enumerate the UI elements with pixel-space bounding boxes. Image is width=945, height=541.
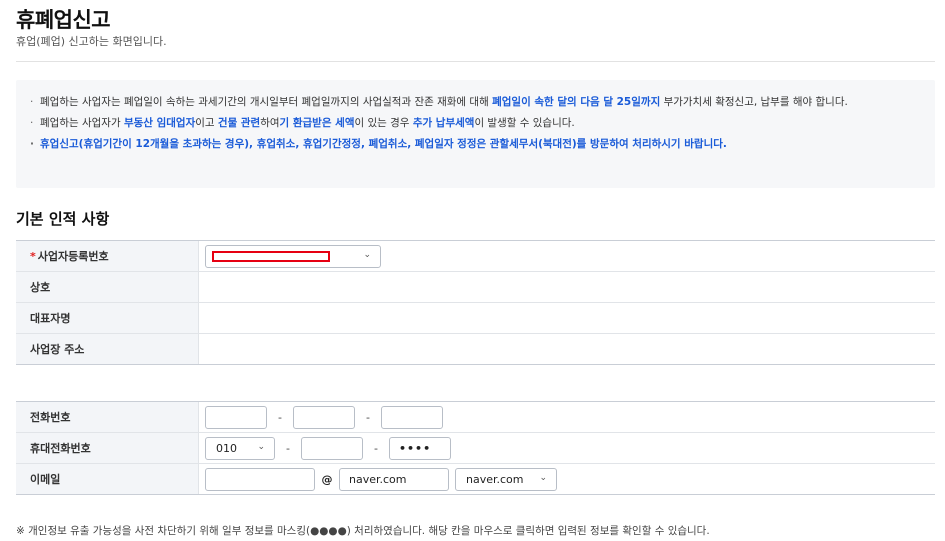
label-text: 사업자등록번호 xyxy=(37,250,109,263)
email-domain-select[interactable]: naver.com ⌄ xyxy=(455,467,557,491)
chevron-down-icon: ⌄ xyxy=(363,249,371,260)
mobile-part3-input[interactable]: •••• xyxy=(389,436,451,460)
notice-text: 하여 xyxy=(260,117,280,129)
notice-text: 부가가치세 확정신고, 납부를 해야 합니다. xyxy=(660,96,848,108)
address-value xyxy=(199,334,935,364)
mobile-row: 휴대전화번호 010 ⌄ - - •••• xyxy=(16,433,935,464)
company-name-value xyxy=(199,272,935,302)
representative-row: 대표자명 xyxy=(16,303,935,334)
mobile-cell: 010 ⌄ - - •••• xyxy=(199,433,935,463)
notice-text: 이 발생할 수 있습니다. xyxy=(474,117,575,129)
notice-box: 폐업하는 사업자는 폐업일이 속하는 과세기간의 개시일부터 폐업일까지의 사업… xyxy=(16,80,935,188)
notice-text: 이고 xyxy=(195,117,218,129)
notice-highlight: 폐업일이 속한 달의 다음 달 25일까지 xyxy=(492,96,661,108)
dash-separator: - xyxy=(286,441,290,455)
business-number-cell: ⌄ xyxy=(199,241,935,271)
privacy-footnote: ※ 개인정보 유출 가능성을 사전 차단하기 위해 일부 정보를 마스킹(●●●… xyxy=(16,525,710,537)
select-value: naver.com xyxy=(466,472,524,486)
address-label: 사업장 주소 xyxy=(16,334,199,364)
business-number-label: * 사업자등록번호 xyxy=(16,241,199,271)
dash-separator: - xyxy=(374,441,378,455)
dash-separator: - xyxy=(366,410,370,424)
title-divider xyxy=(16,61,935,62)
email-row: 이메일 @ naver.com naver.com ⌄ xyxy=(16,464,935,495)
notice-highlight: 부동산 임대업자 xyxy=(123,117,196,129)
email-label: 이메일 xyxy=(16,464,199,494)
masked-value-box xyxy=(212,250,330,262)
select-value: 010 xyxy=(216,441,237,455)
business-number-select[interactable]: ⌄ xyxy=(205,244,381,268)
email-cell: @ naver.com naver.com ⌄ xyxy=(199,464,935,494)
at-symbol: @ xyxy=(321,472,333,486)
phone-part3-input[interactable] xyxy=(381,405,443,429)
business-number-row: * 사업자등록번호 ⌄ xyxy=(16,241,935,272)
page-subtitle: 휴업(폐업) 신고하는 화면입니다. xyxy=(16,35,167,48)
phone-label: 전화번호 xyxy=(16,402,199,432)
email-domain-input[interactable]: naver.com xyxy=(339,467,449,491)
company-name-label: 상호 xyxy=(16,272,199,302)
dash-separator: - xyxy=(278,410,282,424)
company-name-row: 상호 xyxy=(16,272,935,303)
phone-part2-input[interactable] xyxy=(293,405,355,429)
contact-info-table: 전화번호 - - 휴대전화번호 010 ⌄ - - •••• 이메일 @ nav… xyxy=(16,401,935,495)
notice-highlight: 건물 관련 xyxy=(217,117,261,129)
phone-part1-input[interactable] xyxy=(205,405,267,429)
notice-item: 폐업하는 사업자가 부동산 임대업자이고 건물 관련하여기 환급받은 세액이 있… xyxy=(30,115,921,132)
notice-highlight: 추가 납부세액 xyxy=(412,117,475,129)
phone-row: 전화번호 - - xyxy=(16,402,935,433)
business-info-table: * 사업자등록번호 ⌄ 상호 대표자명 사업장 주소 xyxy=(16,240,935,365)
notice-item: 휴업신고(휴업기간이 12개월을 초과하는 경우), 휴업취소, 휴업기간정정,… xyxy=(30,136,921,153)
phone-cell: - - xyxy=(199,402,935,432)
notice-item: 폐업하는 사업자는 폐업일이 속하는 과세기간의 개시일부터 폐업일까지의 사업… xyxy=(30,94,921,111)
email-local-input[interactable] xyxy=(205,467,315,491)
mobile-prefix-select[interactable]: 010 ⌄ xyxy=(205,436,275,460)
chevron-down-icon: ⌄ xyxy=(257,441,265,452)
chevron-down-icon: ⌄ xyxy=(539,472,547,483)
mobile-part2-input[interactable] xyxy=(301,436,363,460)
representative-value xyxy=(199,303,935,333)
representative-label: 대표자명 xyxy=(16,303,199,333)
notice-text: 폐업하는 사업자는 폐업일이 속하는 과세기간의 개시일부터 폐업일까지의 사업… xyxy=(40,96,493,108)
mobile-label: 휴대전화번호 xyxy=(16,433,199,463)
notice-highlight: 기 환급받은 세액 xyxy=(279,117,355,129)
notice-text: 이 있는 경우 xyxy=(354,117,413,129)
section-title: 기본 인적 사항 xyxy=(16,210,110,228)
page-title: 휴폐업신고 xyxy=(16,8,111,32)
address-row: 사업장 주소 xyxy=(16,334,935,365)
required-mark: * xyxy=(30,249,36,263)
notice-text: 폐업하는 사업자가 xyxy=(40,117,124,129)
